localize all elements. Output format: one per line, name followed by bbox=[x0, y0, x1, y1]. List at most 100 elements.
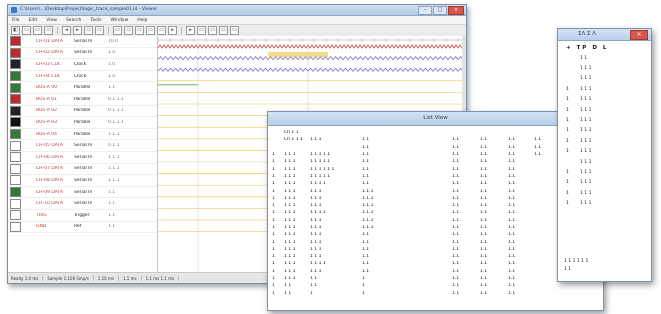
signal-row[interactable]: BUS-A 04 Parallel 1.1.1 bbox=[8, 129, 157, 141]
list-row[interactable]: Ch 1 1 bbox=[272, 129, 599, 136]
signal-row[interactable]: GND Ref 1.1 bbox=[8, 221, 157, 234]
toolbar-button[interactable]: ▭ bbox=[33, 26, 42, 35]
list-row[interactable]: 1 1 1 1 1 1 1 1.1.1 1.1 1.1 1.1 bbox=[272, 202, 599, 209]
side-list-item[interactable]: 1 1 1 bbox=[558, 74, 651, 84]
menu-item[interactable]: Search bbox=[66, 18, 81, 23]
side-list-item[interactable]: 1 1 bbox=[558, 53, 651, 63]
signal-color-icon bbox=[10, 187, 21, 198]
signal-name: CH-01 DATA bbox=[36, 38, 63, 44]
list-row[interactable]: 1 1 1 1 1 1 1 1 1 1.1 1.1 1.1 1.1 bbox=[272, 158, 599, 165]
toolbar-button[interactable]: ▭ bbox=[219, 26, 228, 35]
list-row[interactable]: 1 1 1 1 1 1.1 1.1 1.1 bbox=[272, 290, 599, 297]
side-close-button[interactable]: × bbox=[630, 30, 648, 40]
menu-item[interactable]: View bbox=[46, 18, 57, 23]
toolbar-button[interactable]: ▸ bbox=[73, 26, 82, 35]
toolbar-button[interactable]: ▭ bbox=[135, 26, 144, 35]
signal-row[interactable]: BUS-A 02 Parallel 0.1.1.1 bbox=[8, 105, 157, 118]
minimize-button[interactable]: – bbox=[418, 6, 432, 15]
list-row[interactable]: 11 1 11 1 1 1 1 1.1 1.1 1.1 1.1 1.1 bbox=[272, 151, 599, 158]
list-row[interactable]: 1 1 1 1 1 1 1 1 1 1.1 1.1 1.1 1.1 bbox=[272, 173, 599, 180]
side-item-key: 1 bbox=[566, 97, 569, 103]
maximize-button[interactable]: □ bbox=[433, 6, 447, 15]
menu-item[interactable]: Window bbox=[111, 18, 129, 23]
side-list-item[interactable]: 1 1 1 1 bbox=[558, 188, 651, 198]
signal-row[interactable]: CH-01 DATA Serial In 10.0 bbox=[8, 36, 157, 48]
toolbar-button[interactable]: ▭ bbox=[197, 26, 206, 35]
menu-item[interactable]: Help bbox=[137, 18, 147, 23]
list-row[interactable]: 1 1 1 1 1 1 1 1.1 1.1 1.1 1.1 bbox=[272, 253, 599, 260]
toolbar-button[interactable]: ▭ bbox=[208, 26, 217, 35]
toolbar-button[interactable]: ▭ bbox=[157, 26, 166, 35]
list-row[interactable]: 1 1 1 1 1 1 1 1.1 1.1 1.1 1.1 bbox=[272, 268, 599, 275]
side-list-item[interactable]: 1 1 1 1 bbox=[558, 95, 651, 105]
list-row[interactable]: 1 1 1 1 1 1 1 1.1.1 1.1 1.1 1.1 bbox=[272, 224, 599, 231]
signal-row[interactable]: CH-09 DATA Serial In 1.1 bbox=[8, 187, 157, 199]
side-item-key: 1 bbox=[566, 86, 569, 92]
list-row[interactable]: 1 1 1 1 1 1 1 1.1 1.1 1.1 bbox=[272, 275, 599, 282]
list-row[interactable]: 1 1 1 1 1 1 1 1.1 1.1 1.1 1.1 bbox=[272, 246, 599, 253]
selection-marker[interactable] bbox=[268, 52, 328, 57]
side-list-item[interactable]: 1 1 1 1 bbox=[558, 126, 651, 136]
list-row[interactable]: 1 1 1 1 1 1 1 1 1.1 1.1 1.1 1.1 bbox=[272, 180, 599, 187]
list-cell: 1 1 1 bbox=[310, 195, 322, 201]
toolbar-button[interactable]: ▭ bbox=[95, 26, 104, 35]
side-list-item[interactable]: 1 1 1 bbox=[558, 63, 651, 73]
signal-row[interactable]: TRIG Trigger 1.1 bbox=[8, 210, 157, 222]
menu-item[interactable]: Tools bbox=[90, 18, 101, 23]
list-row[interactable]: 1 1 1 1 1 1 1.1 1.1 1.1 bbox=[272, 282, 599, 289]
list-row[interactable]: 1 1 1 1 1 1 1 1.1.1 1.1 1.1 1.1 bbox=[272, 217, 599, 224]
list-row[interactable]: 1 1 1 1 1 1 1 1.1 1.1 1.1 1.1 bbox=[272, 238, 599, 245]
signal-row[interactable]: CH-10 DATA Serial In 1.1 bbox=[8, 198, 157, 210]
list-cell: 1 bbox=[272, 152, 275, 158]
signal-row[interactable]: CH-08 DATA Serial In 1.1.1 bbox=[8, 175, 157, 187]
side-list-item[interactable]: 1 1 1 bbox=[558, 157, 651, 167]
list-row[interactable]: 1 1 1 1 1 1 1 1.1.1 1.1 1.1 1.1 bbox=[272, 195, 599, 202]
signal-type: Serial In bbox=[74, 38, 93, 44]
side-list-item[interactable]: 1 1 1 1 bbox=[558, 84, 651, 94]
toolbar-button[interactable]: ▭ bbox=[22, 26, 31, 35]
toolbar-button[interactable]: ▭ bbox=[113, 26, 122, 35]
list-row[interactable]: 1 1 1 1 1 1 1 1 1.1 1.1 1.1 1.1 bbox=[272, 260, 599, 267]
signal-row[interactable]: BUS-A 00 Parallel 1.1 bbox=[8, 82, 157, 94]
side-list-item[interactable]: 1 1 1 1 bbox=[558, 167, 651, 177]
list-row[interactable]: 1 1 1 1 1 1 1 1.1.1 1.1 1.1 1.1 bbox=[272, 187, 599, 194]
toolbar-button[interactable]: ▸ bbox=[168, 26, 177, 35]
signal-row[interactable]: BUS-A 03 Parallel 0.1.1.1 bbox=[8, 117, 157, 129]
list-row[interactable]: 1 1 1 1 1 1 1 1 1 1 1.1 1.1 1.1 1.1 bbox=[272, 165, 599, 172]
list-row[interactable]: 1 1 1 1 1 1 1 1 1.1.1 1.1 1.1 1.1 bbox=[272, 209, 599, 216]
toolbar-button[interactable]: ▸ bbox=[186, 26, 195, 35]
signal-row[interactable]: BUS-A 01 Parallel 0.1.1.1 bbox=[8, 94, 157, 106]
signal-row[interactable]: CH-02 DATA Serial In 1.0 bbox=[8, 47, 157, 60]
toolbar-button[interactable]: ▭ bbox=[230, 26, 239, 35]
list-cell: 1 1 1 bbox=[284, 188, 296, 194]
signal-row[interactable]: CH-05 DATA Serial In 0.1.1 bbox=[8, 140, 157, 152]
toolbar-button[interactable]: ▭ bbox=[84, 26, 93, 35]
list-cell: 1.1 bbox=[362, 144, 370, 150]
signal-row[interactable]: CH-07 DATA Serial In 1.1.1 bbox=[8, 163, 157, 176]
toolbar-button[interactable]: ▭ bbox=[124, 26, 133, 35]
signal-value: 1.0 bbox=[108, 73, 116, 79]
toolbar-button[interactable]: ▭ bbox=[146, 26, 155, 35]
toolbar-button[interactable]: ▭ bbox=[44, 26, 53, 35]
list-row[interactable]: 1.1 1.1 1.1 1.1 1.1 bbox=[272, 144, 599, 151]
side-list-item[interactable]: 1 1 1 1 bbox=[558, 147, 651, 157]
side-list-item[interactable]: 1 1 1 1 bbox=[558, 136, 651, 146]
list-cell: 1 1 1 1 1 bbox=[310, 173, 331, 179]
side-item-value: 1 1 1 bbox=[580, 118, 592, 124]
menu-item[interactable]: File bbox=[12, 18, 20, 23]
side-list-item[interactable]: 1 1 1 1 bbox=[558, 105, 651, 115]
toolbar-button[interactable]: ◂ bbox=[62, 26, 71, 35]
menu-item[interactable]: Edit bbox=[29, 18, 38, 23]
close-button[interactable]: × bbox=[448, 6, 464, 15]
signal-row[interactable]: CH-06 DATA Serial In 1.1.1 bbox=[8, 152, 157, 164]
side-list-item[interactable]: 1 1 1 1 bbox=[558, 115, 651, 125]
list-cell: 1.1.1 bbox=[362, 217, 374, 223]
side-list-item[interactable]: 1 1 1 1 bbox=[558, 178, 651, 188]
list-row[interactable]: Ch 1 1 11 1 11 1 1.1 1.1 1.1 1.1 bbox=[272, 136, 599, 143]
signal-row[interactable]: CH-04 CLK Clock 1.0 bbox=[8, 71, 157, 83]
signal-value: 1.1 bbox=[108, 224, 116, 230]
list-row[interactable]: 1 1 1 1 1 1 1 1.1 1.1 1.1 1.1 bbox=[272, 231, 599, 238]
signal-row[interactable]: CH-03 CLK Clock 1.0 bbox=[8, 59, 157, 71]
side-list-item[interactable]: 1 1 1 1 bbox=[558, 198, 651, 208]
toolbar-button[interactable]: ◧ bbox=[11, 26, 20, 35]
